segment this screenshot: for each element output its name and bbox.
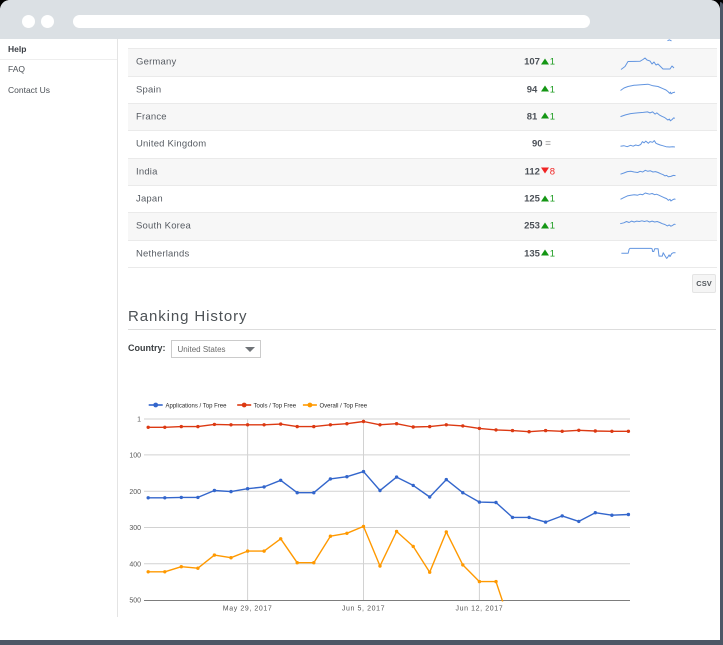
svg-text:Overall / Top Free: Overall / Top Free	[320, 404, 368, 410]
svg-text:May 29, 2017: May 29, 2017	[223, 606, 273, 613]
svg-text:1: 1	[137, 417, 141, 424]
svg-text:Jun 12, 2017: Jun 12, 2017	[456, 606, 504, 613]
svg-text:Tools / Top Free: Tools / Top Free	[254, 404, 297, 410]
svg-text:Applications / Top Free: Applications / Top Free	[166, 404, 228, 410]
svg-text:100: 100	[129, 453, 141, 460]
svg-text:Jun 5, 2017: Jun 5, 2017	[342, 606, 385, 613]
svg-text:500: 500	[129, 598, 141, 605]
svg-text:400: 400	[129, 561, 141, 568]
svg-text:200: 200	[129, 489, 141, 496]
svg-text:300: 300	[129, 525, 141, 532]
